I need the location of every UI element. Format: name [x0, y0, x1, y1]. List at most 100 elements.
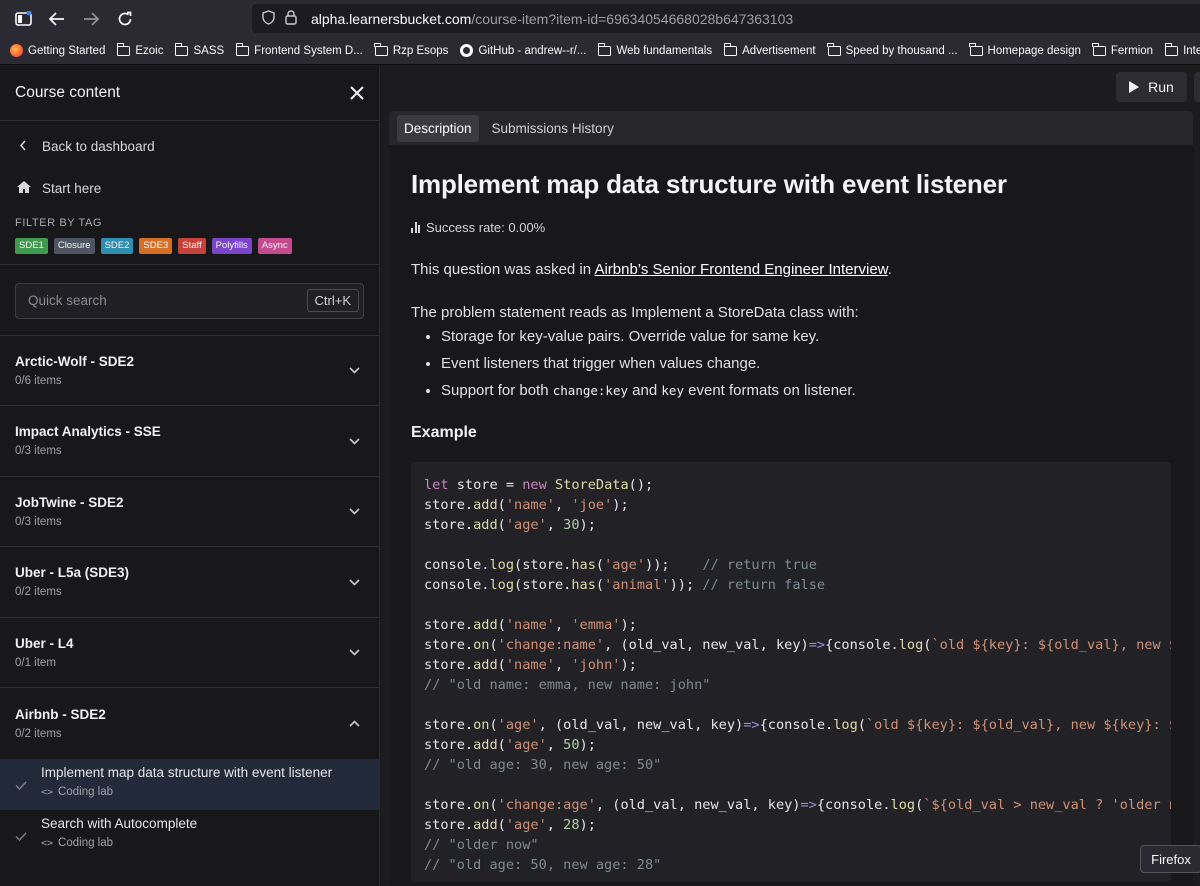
problem-tabs: Description Submissions History: [389, 111, 1193, 145]
bookmarks-bar: Getting Started Ezoic SASS Frontend System …: [0, 37, 1200, 65]
forward-arrow-icon[interactable]: [74, 0, 108, 37]
bookmark-label: Ezoic: [135, 44, 164, 57]
chevron-down-icon: [349, 504, 360, 518]
chevron-up-icon: [349, 716, 360, 730]
bookmark-item[interactable]: Speed by thousand ...: [827, 43, 958, 57]
bookmark-item[interactable]: Fermion: [1092, 43, 1154, 57]
tag-sde1[interactable]: SDE1: [15, 238, 48, 254]
requirement-item: Support for both change:key and key even…: [441, 381, 1171, 400]
bookmark-item[interactable]: Web fundamentals: [598, 43, 713, 57]
bookmark-item[interactable]: GitHub - andrew--r/...: [460, 44, 586, 57]
course-group[interactable]: Arctic-Wolf - SDE2 0/6 items: [0, 336, 379, 406]
interview-link[interactable]: Airbnb’s Senior Frontend Engineer Interv…: [594, 261, 887, 278]
code-line: console.log(store.has('animal')); // ret…: [424, 577, 826, 593]
lesson-item[interactable]: Search with Autocomplete <> Coding lab: [0, 810, 379, 861]
bookmark-item[interactable]: Rzp Esops: [374, 43, 448, 57]
bookmark-item[interactable]: Intervi: [1164, 43, 1200, 57]
quick-search-input[interactable]: Quick search Ctrl+K: [15, 282, 364, 319]
bookmark-label: GitHub - andrew--r/...: [478, 44, 587, 57]
tag-polyfills[interactable]: Polyfills: [211, 238, 252, 254]
success-rate: Success rate: 0.00%: [411, 220, 1171, 235]
course-group-title: Arctic-Wolf - SDE2: [15, 353, 135, 369]
course-group-count: 0/6 items: [15, 374, 62, 387]
code-line: store.add('name', 'john');: [424, 657, 637, 673]
tag-sde3[interactable]: SDE3: [139, 238, 173, 254]
code-icon: <>: [41, 837, 54, 849]
sidebar-header: Course content: [0, 66, 379, 121]
start-here-label: Start here: [42, 180, 102, 196]
course-group[interactable]: Uber - L5a (SDE3) 0/2 items: [0, 547, 379, 618]
back-arrow-icon[interactable]: [40, 0, 74, 37]
filter-by-tag-label: FILTER BY TAG: [15, 217, 103, 229]
chevron-down-icon: [349, 575, 360, 589]
folder-icon: [175, 43, 189, 56]
sidebar-toggle-icon[interactable]: [6, 0, 40, 37]
check-icon: [15, 779, 41, 793]
chevron-down-icon: [349, 645, 360, 659]
code-line: store.add('name', 'joe');: [424, 497, 629, 513]
code-line: store.on('change:age', (old_val, new_val…: [424, 797, 1171, 813]
bookmark-label: Web fundamentals: [616, 44, 713, 57]
tag-filter-list: SDE1 Closure SDE2 SDE3 Staff Polyfills Async: [0, 238, 379, 254]
bookmark-item[interactable]: Ezoic: [116, 43, 164, 57]
code-line: // "older now": [424, 837, 539, 853]
bookmark-item[interactable]: Frontend System D...: [235, 43, 363, 57]
bookmark-item[interactable]: Homepage design: [969, 43, 1081, 57]
bookmark-label: Fermion: [1110, 44, 1154, 57]
check-icon: [15, 830, 41, 844]
back-to-dashboard-link[interactable]: Back to dashboard: [0, 125, 379, 167]
firefox-icon: [10, 44, 23, 57]
bookmark-label: Intervi: [1183, 44, 1200, 57]
course-group-title: Impact Analytics - SSE: [15, 424, 161, 440]
browser-toolbar: alpha.learnersbucket.com/course-item?ite…: [0, 0, 1200, 37]
lesson-item[interactable]: Implement map data structure with event …: [0, 758, 379, 810]
bookmark-item[interactable]: Getting Started: [10, 44, 105, 57]
code-line: // "old name: emma, new name: john": [424, 677, 711, 693]
inline-code: change:key: [552, 383, 629, 398]
course-group[interactable]: JobTwine - SDE2 0/3 items: [0, 477, 379, 547]
folder-icon: [969, 43, 983, 56]
bar-chart-icon: [411, 222, 420, 233]
code-line: store.on('age', (old_val, new_val, key)=…: [424, 717, 1171, 733]
tag-sde2[interactable]: SDE2: [100, 238, 134, 254]
start-here-link[interactable]: Start here: [0, 167, 379, 209]
play-icon: [1129, 81, 1140, 93]
tag-closure[interactable]: Closure: [53, 238, 95, 254]
course-group-list: Arctic-Wolf - SDE2 0/6 items Impact Analyt…: [0, 336, 379, 861]
address-bar[interactable]: alpha.learnersbucket.com/course-item?ite…: [252, 4, 1200, 33]
requirement-item: Storage for key-value pairs. Override va…: [441, 327, 1171, 346]
bookmark-item[interactable]: SASS: [175, 43, 224, 57]
asked-suffix: .: [887, 261, 892, 278]
asked-in-text: This question was asked in Airbnb’s Seni…: [411, 261, 1171, 278]
problem-panel: Description Submissions History Implemen…: [389, 111, 1193, 886]
reload-icon[interactable]: [108, 0, 142, 37]
success-rate-text: Success rate: 0.00%: [426, 220, 546, 235]
course-group[interactable]: Impact Analytics - SSE 0/3 items: [0, 406, 379, 477]
code-line: store.add('name', 'emma');: [424, 617, 637, 633]
close-icon[interactable]: [350, 81, 364, 105]
chevron-down-icon: [349, 363, 360, 377]
example-code-block: let store = new StoreData(); store.add('…: [411, 462, 1171, 882]
chevron-down-icon: [349, 434, 360, 448]
tab-submissions-history[interactable]: Submissions History: [485, 115, 621, 142]
course-group-count: 0/1 item: [15, 656, 56, 669]
course-group-title: Airbnb - SDE2: [15, 706, 106, 722]
problem-statement: The problem statement reads as Implement…: [411, 304, 859, 321]
run-button[interactable]: Run: [1116, 72, 1187, 102]
tab-description[interactable]: Description: [397, 114, 479, 142]
course-group[interactable]: Airbnb - SDE2 0/2 items: [0, 688, 379, 759]
course-group[interactable]: Uber - L4 0/1 item: [0, 618, 379, 688]
course-group-title: Uber - L4: [15, 635, 74, 651]
submit-button-partial[interactable]: [1194, 72, 1200, 102]
lock-icon[interactable]: [285, 9, 297, 28]
tracking-protection-icon[interactable]: [262, 9, 275, 28]
course-sidebar: Course content Back to dashboard Start h…: [0, 66, 380, 886]
tag-staff[interactable]: Staff: [178, 238, 206, 254]
tag-async[interactable]: Async: [257, 238, 292, 254]
bookmark-label: Advertisement: [742, 44, 816, 57]
requirement-item: Event listeners that trigger when values…: [441, 354, 1171, 373]
bookmark-item[interactable]: Advertisement: [723, 43, 816, 57]
lesson-title: Search with Autocomplete: [41, 815, 198, 831]
course-group-count: 0/3 items: [15, 445, 62, 458]
run-label: Run: [1148, 79, 1174, 95]
